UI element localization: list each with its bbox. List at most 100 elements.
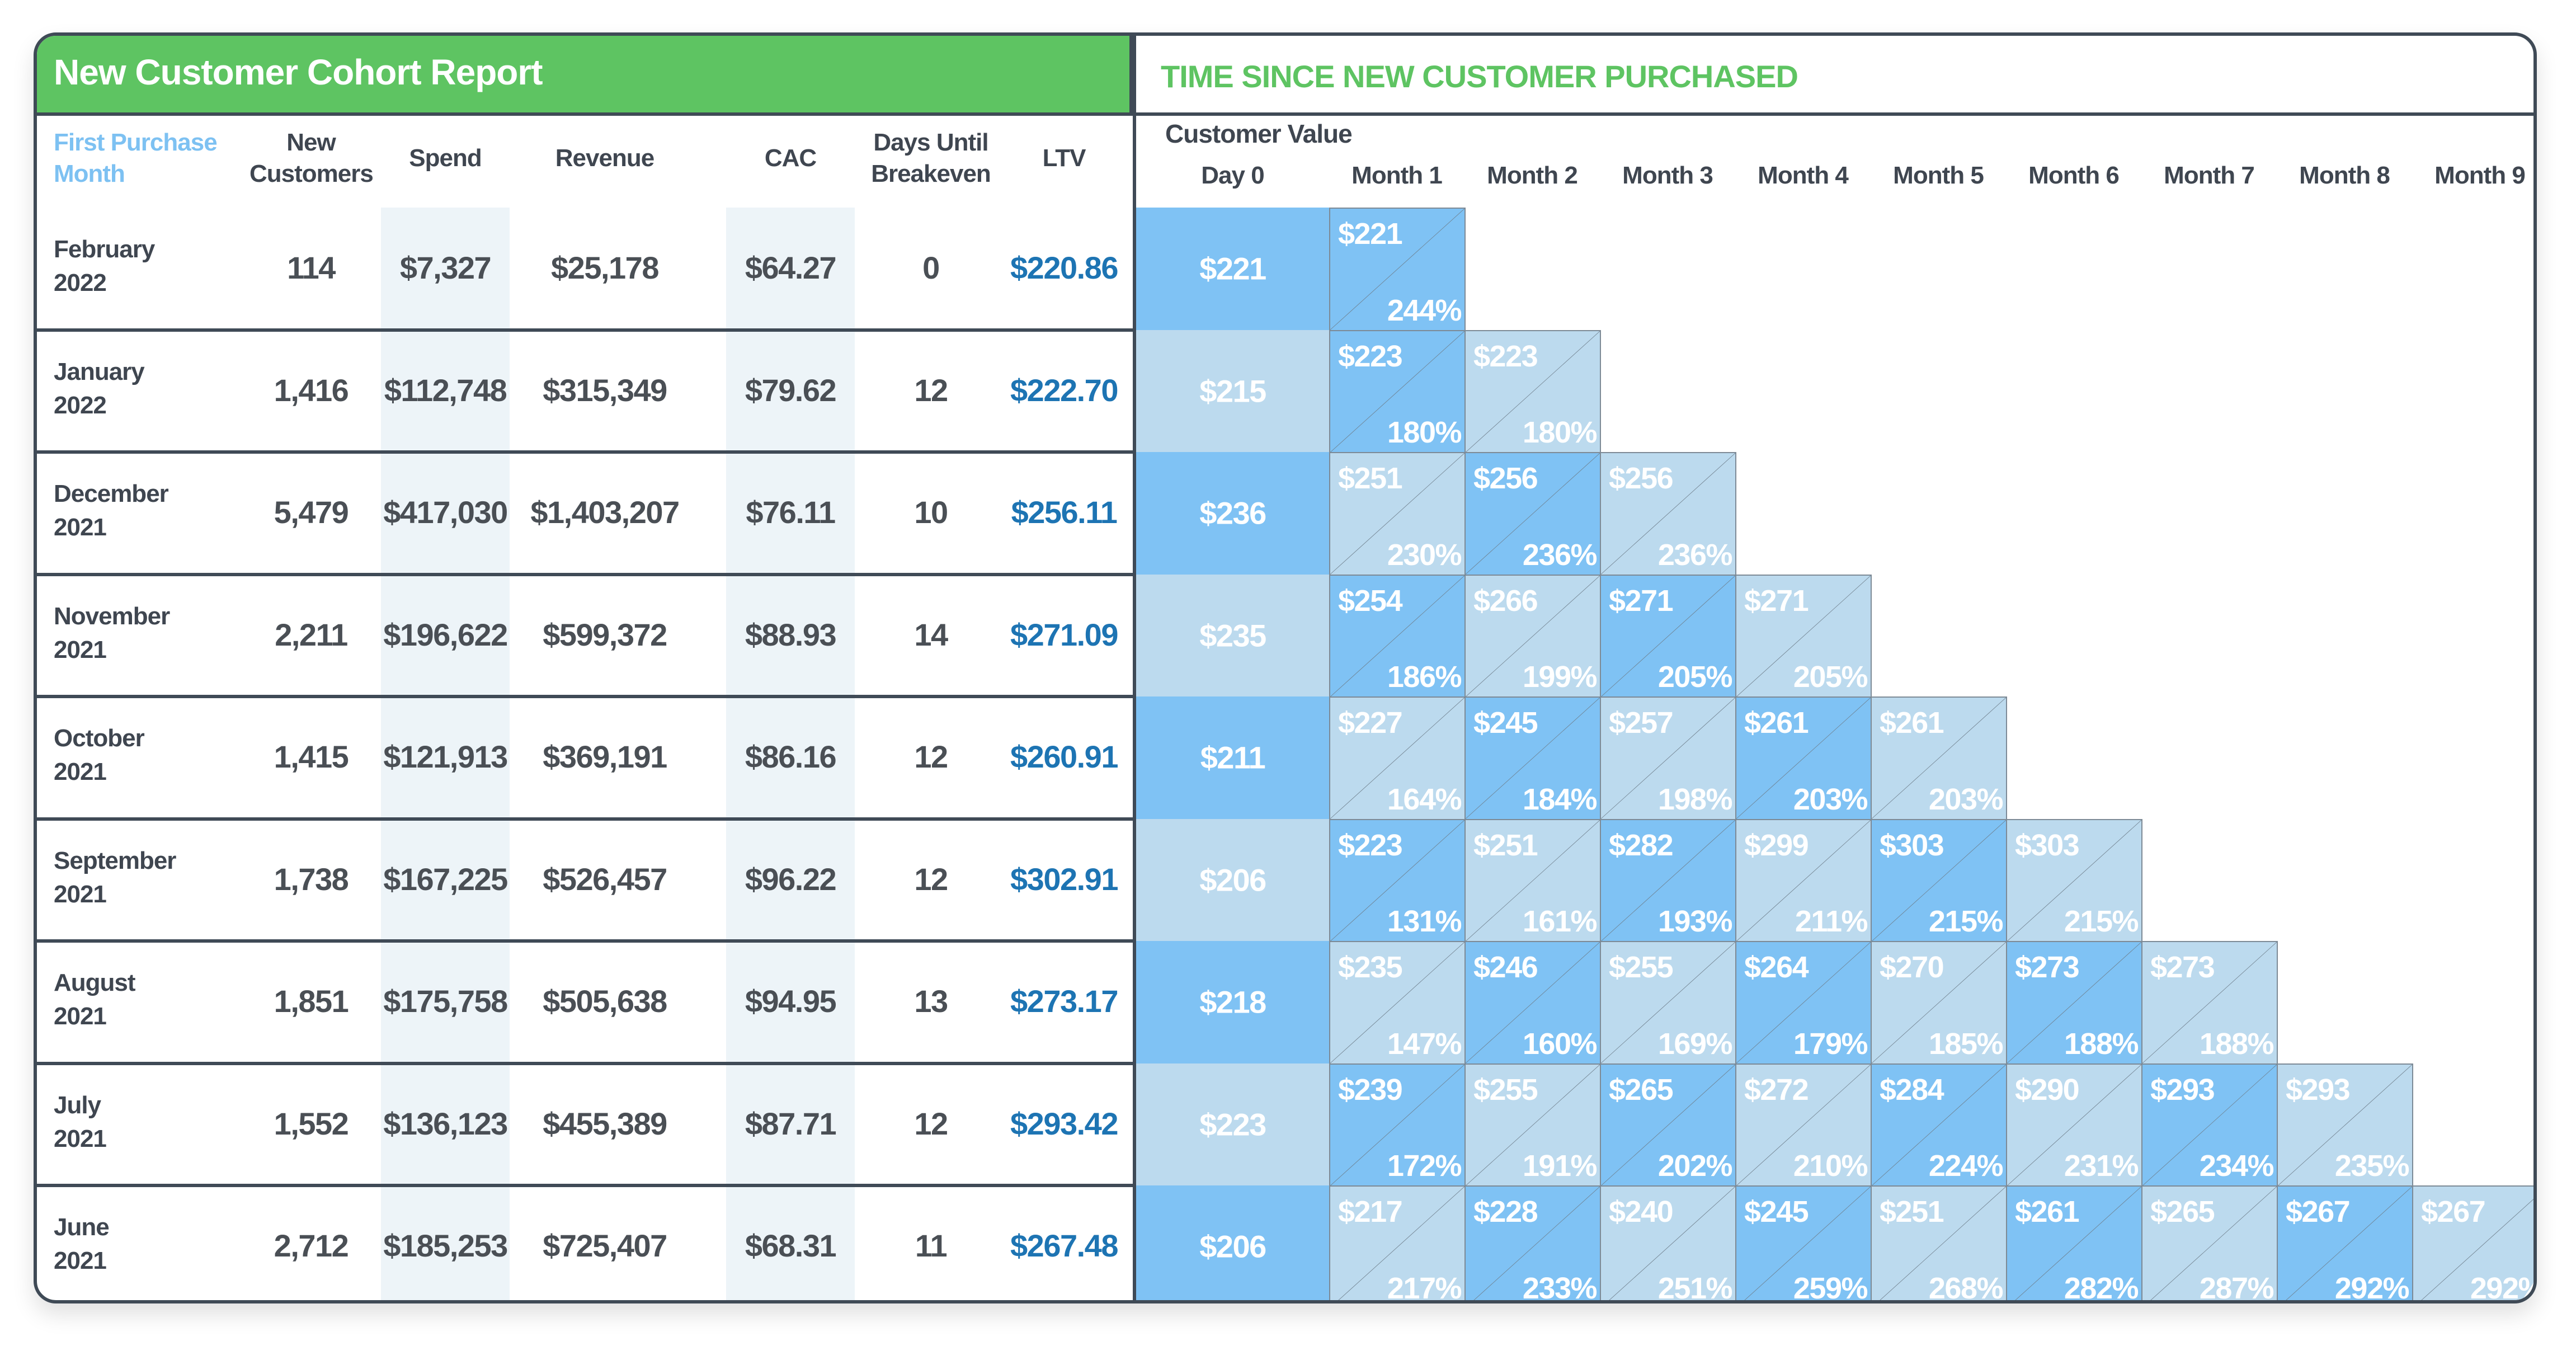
cohort-month: January [54, 357, 145, 385]
day0-value-cell: $211 [1136, 696, 1329, 819]
return-percent: 179% [1793, 1027, 1868, 1061]
day0-value: $206 [1199, 862, 1266, 898]
table-row: February 2022 114 $7,327 $25,178 $64.27 0 $220.… [37, 208, 1133, 330]
cell-ltv: $222.70 [1010, 372, 1118, 408]
return-percent: 160% [1522, 1027, 1598, 1061]
cohort-month-label: December 2021 [54, 477, 169, 544]
return-percent: 193% [1657, 905, 1733, 938]
cell-new-customers: 1,738 [274, 861, 349, 897]
day0-value: $218 [1199, 984, 1266, 1020]
return-percent: 235% [2334, 1149, 2410, 1183]
month-value-cell: $257 198% [1600, 696, 1736, 820]
column-header-new-customers: New Customers [249, 129, 374, 187]
return-percent: 188% [2199, 1027, 2274, 1061]
cohort-month: October [54, 724, 145, 752]
column-header-spend: Spend [409, 144, 482, 172]
month-value-cell: $264 179% [1735, 941, 1872, 1065]
cumulative-value: $290 [2015, 1072, 2080, 1107]
period-header: Month 1 [1351, 162, 1443, 189]
day0-value-cell: $206 [1136, 1185, 1329, 1300]
cumulative-value: $255 [1609, 950, 1674, 984]
cumulative-value: $223 [1338, 828, 1403, 862]
table-row: June 2021 2,712 $185,253 $725,407 $68.31 11 $26… [37, 1185, 1133, 1300]
table-row: July 2021 1,552 $136,123 $455,389 $87.71 12 $29… [37, 1063, 1133, 1186]
cohort-month: February [54, 236, 155, 263]
cohort-month: July [54, 1091, 101, 1119]
cell-ltv: $273.17 [1010, 983, 1118, 1019]
cell-revenue: $25,178 [551, 250, 659, 286]
row-divider [37, 1184, 1133, 1187]
month-value-cell: $303 215% [2006, 818, 2142, 942]
cumulative-value: $267 [2421, 1195, 2486, 1229]
row-divider [37, 450, 1133, 454]
cumulative-value: $271 [1744, 583, 1809, 618]
day0-value: $223 [1199, 1107, 1266, 1142]
return-percent: 244% [1387, 293, 1462, 327]
return-percent: 215% [2064, 905, 2139, 938]
report-title-bar: New Customer Cohort Report [37, 36, 1133, 112]
month-value-cell: $261 203% [1871, 696, 2007, 820]
cell-ltv: $302.91 [1010, 861, 1118, 897]
return-percent: 230% [1387, 538, 1462, 572]
cohort-month-label: September 2021 [54, 844, 176, 911]
cell-cac: $79.62 [745, 372, 837, 408]
month-value-cell: $267 292% [2277, 1185, 2413, 1303]
period-header: Month 5 [1893, 162, 1984, 189]
cohort-month-label: November 2021 [54, 600, 170, 667]
cohort-year: 2022 [54, 269, 107, 297]
cell-revenue: $315,349 [543, 372, 667, 408]
cumulative-value: $251 [1338, 462, 1403, 495]
period-header: Month 3 [1622, 162, 1713, 189]
cohort-month-label: August 2021 [54, 966, 136, 1033]
return-percent: 251% [1657, 1271, 1733, 1303]
cumulative-value: $266 [1473, 583, 1538, 618]
month-value-cell: $256 236% [1600, 452, 1736, 576]
cumulative-value: $221 [1338, 217, 1403, 251]
day0-value: $235 [1199, 618, 1266, 653]
table-row: November 2021 2,211 $196,622 $599,372 $88.93 1… [37, 575, 1133, 697]
cell-cac: $96.22 [745, 861, 837, 897]
month-value-cell: $245 184% [1464, 696, 1601, 820]
customer-value-label: Customer Value [1165, 119, 1353, 148]
cohort-month-label: July 2021 [54, 1089, 107, 1156]
month-value-cell: $282 193% [1600, 818, 1736, 942]
cumulative-value: $267 [2286, 1195, 2351, 1229]
return-percent: 205% [1657, 660, 1733, 694]
cumulative-value: $251 [1473, 828, 1538, 862]
cell-cac: $64.27 [745, 250, 837, 286]
cumulative-value: $256 [1609, 462, 1674, 495]
cumulative-value: $261 [2015, 1195, 2080, 1229]
return-percent: 199% [1522, 660, 1598, 694]
cumulative-value: $271 [1609, 583, 1674, 618]
cell-new-customers: 2,712 [274, 1228, 349, 1264]
cohort-year: 2021 [54, 1124, 107, 1152]
cumulative-value: $273 [2015, 950, 2080, 984]
time-since-title: TIME SINCE NEW CUSTOMER PURCHASED [1161, 59, 1798, 94]
month-value-cell: $251 161% [1464, 818, 1601, 942]
cumulative-value: $293 [2286, 1072, 2351, 1107]
period-header: Month 2 [1487, 162, 1578, 189]
period-header: Month 6 [2028, 162, 2120, 189]
return-percent: 217% [1387, 1271, 1462, 1303]
cumulative-value: $246 [1473, 950, 1538, 984]
return-percent: 224% [1928, 1149, 2004, 1183]
cell-spend: $175,758 [383, 983, 508, 1019]
day0-value-cell: $223 [1136, 1063, 1329, 1185]
return-percent: 292% [2334, 1271, 2410, 1303]
return-percent: 203% [1793, 782, 1868, 816]
month-value-cell: $228 233% [1464, 1185, 1601, 1300]
month-value-cell: $223 131% [1329, 818, 1466, 942]
period-header: Month 4 [1758, 162, 1849, 189]
column-header-cac: CAC [764, 144, 817, 172]
return-percent: 184% [1522, 782, 1598, 816]
return-percent: 231% [2064, 1149, 2139, 1183]
month-value-cell: $217 217% [1329, 1185, 1466, 1303]
cumulative-value: $245 [1744, 1195, 1809, 1229]
day0-value-cell: $235 [1136, 574, 1329, 696]
cell-spend: $121,913 [383, 739, 508, 775]
month-value-cell: $290 231% [2006, 1063, 2142, 1187]
cell-days: 12 [914, 739, 948, 775]
cell-revenue: $526,457 [543, 861, 667, 897]
cumulative-value: $223 [1473, 339, 1538, 373]
cell-days: 12 [914, 861, 948, 897]
